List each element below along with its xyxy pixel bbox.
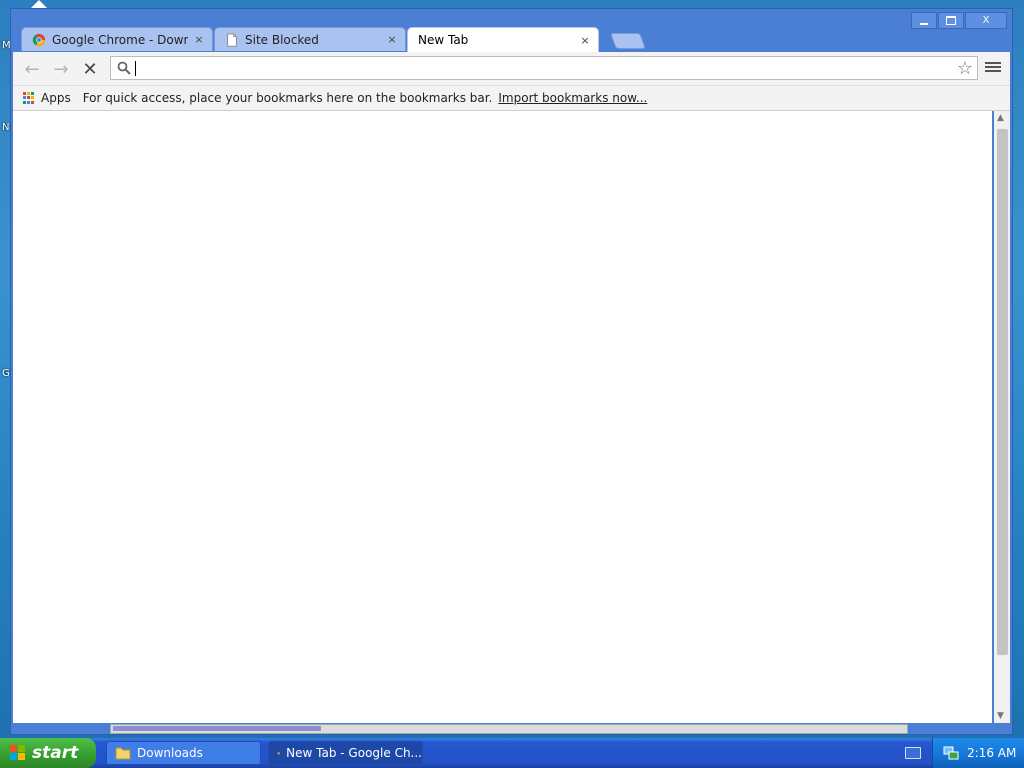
chrome-window: X Google Chrome - Download t × Site Bloc… [10, 8, 1013, 735]
stop-x-icon: ✕ [82, 58, 98, 80]
vertical-scrollbar[interactable]: ▲ ▼ [994, 111, 1010, 723]
text-cursor [135, 61, 136, 76]
close-icon: X [982, 15, 990, 26]
maximize-icon [946, 16, 956, 25]
page-content [13, 111, 992, 723]
chrome-logo-icon [277, 751, 280, 755]
bookmark-star-icon[interactable]: ☆ [957, 58, 973, 79]
desktop-icon-label: G [2, 368, 10, 379]
new-tab-button[interactable] [610, 33, 646, 49]
desktop-icon-fragment [31, 0, 47, 8]
hamburger-icon-line [985, 62, 1001, 64]
taskbar-item-label: Downloads [137, 746, 203, 760]
tab-title: New Tab [418, 33, 469, 47]
taskbar-item-downloads[interactable]: Downloads [106, 741, 261, 765]
system-tray: 2:16 AM [932, 738, 1024, 768]
start-button[interactable]: start [0, 738, 96, 768]
bookmarks-bar: Apps For quick access, place your bookma… [13, 86, 1010, 111]
scrollbar-thumb[interactable] [997, 129, 1008, 655]
taskbar: start Downloads New Tab - Google Ch... 2… [0, 738, 1024, 768]
back-arrow-icon: ← [24, 58, 40, 80]
apps-shortcut[interactable]: Apps [41, 91, 71, 105]
page-icon [227, 32, 237, 47]
omnibox[interactable]: ☆ [110, 56, 978, 80]
chrome-menu-button[interactable] [985, 60, 1001, 76]
clock[interactable]: 2:16 AM [967, 746, 1016, 760]
tab-title: Google Chrome - Download t [52, 32, 188, 47]
windows-flag-icon [10, 745, 26, 761]
tab-close-icon[interactable]: × [194, 33, 204, 46]
tab-close-icon[interactable]: × [580, 34, 590, 47]
apps-icon [23, 92, 35, 104]
tab-site-blocked[interactable]: Site Blocked × [214, 27, 406, 51]
desktop-icon-label: N [2, 122, 10, 133]
forward-button[interactable]: → [50, 58, 72, 80]
tab-strip: Google Chrome - Download t × Site Blocke… [21, 27, 721, 52]
tab-close-icon[interactable]: × [387, 33, 397, 46]
scrollbar-thumb[interactable] [113, 726, 321, 731]
scroll-down-icon[interactable]: ▼ [997, 711, 1004, 721]
search-icon [117, 61, 131, 75]
scroll-up-icon[interactable]: ▲ [997, 113, 1004, 123]
bookmarks-bar-message: For quick access, place your bookmarks h… [82, 91, 493, 105]
keyboard-icon[interactable] [905, 747, 921, 759]
network-icon[interactable] [943, 745, 959, 761]
window-controls: X [911, 12, 1007, 29]
folder-icon [115, 747, 131, 760]
minimize-icon [920, 22, 928, 25]
taskbar-item-chrome[interactable]: New Tab - Google Ch... [268, 741, 423, 765]
taskbar-item-label: New Tab - Google Ch... [286, 746, 422, 760]
minimize-button[interactable] [911, 12, 937, 29]
close-window-button[interactable]: X [965, 12, 1007, 29]
maximize-button[interactable] [938, 12, 964, 29]
tab-title: Site Blocked [245, 32, 319, 47]
omnibox-input[interactable] [137, 59, 941, 79]
stop-button[interactable]: ✕ [79, 58, 101, 80]
hamburger-icon-line [985, 66, 1001, 68]
browser-toolbar: ← → ✕ ☆ [13, 52, 1010, 86]
tab-new-tab[interactable]: New Tab × [407, 27, 599, 52]
import-bookmarks-link[interactable]: Import bookmarks now... [498, 91, 647, 105]
start-label: start [32, 743, 79, 763]
horizontal-scrollbar[interactable] [110, 724, 908, 734]
forward-arrow-icon: → [53, 58, 69, 80]
hamburger-icon-line [985, 70, 1001, 72]
chrome-logo-icon [32, 33, 46, 46]
tab-google-chrome-download[interactable]: Google Chrome - Download t × [21, 27, 213, 51]
back-button[interactable]: ← [21, 58, 43, 80]
